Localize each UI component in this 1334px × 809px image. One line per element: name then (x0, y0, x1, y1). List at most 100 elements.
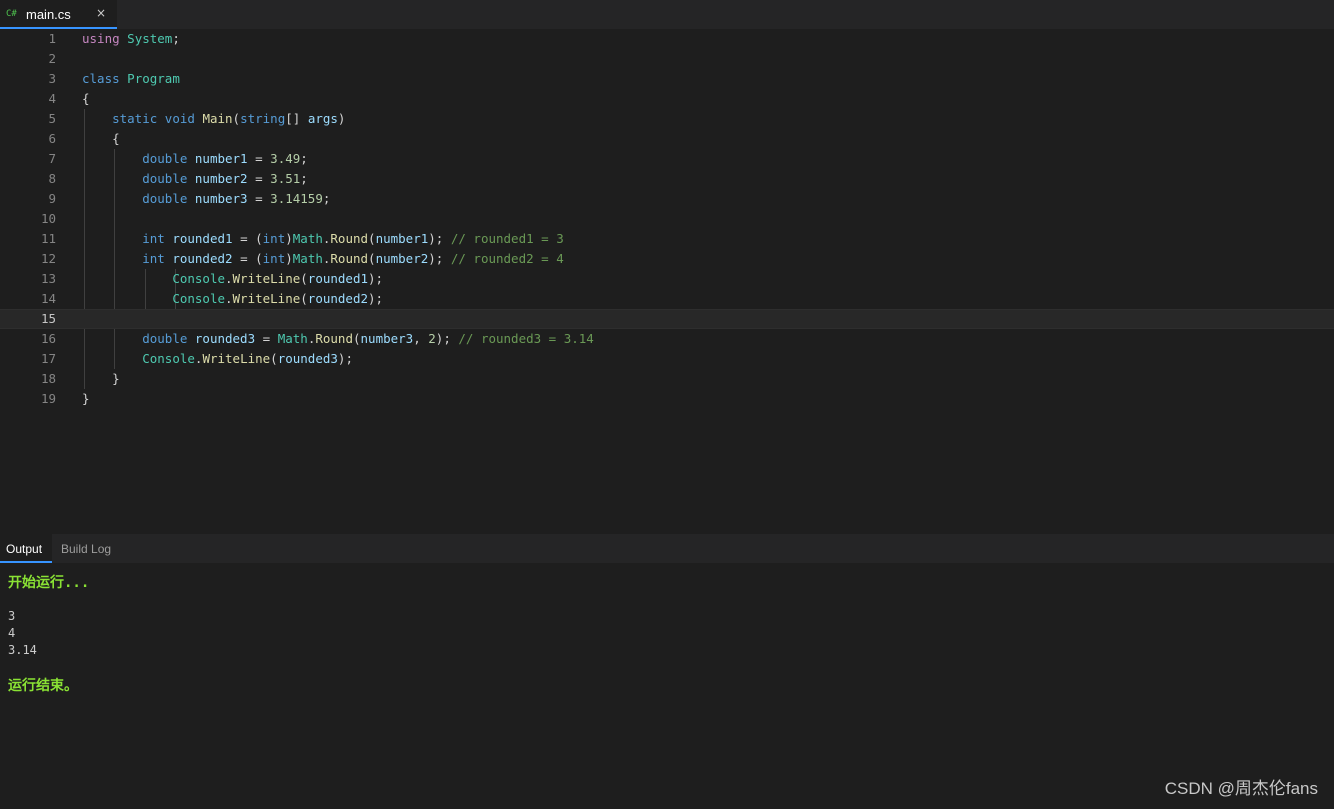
code-token: ( (232, 111, 241, 126)
code-line[interactable]: 6 { (0, 129, 1334, 149)
code-line[interactable]: 15 (0, 309, 1334, 329)
code-text: double number1 = 3.49; (82, 149, 308, 169)
code-line[interactable]: 1 using System; (0, 29, 1334, 49)
output-line: 4 (8, 626, 16, 640)
line-number: 16 (40, 331, 56, 346)
code-token: static (112, 111, 158, 126)
tab-main-cs[interactable]: C# main.cs × (0, 0, 117, 29)
code-line[interactable]: 18 } (0, 369, 1334, 389)
tab-label: main.cs (26, 7, 71, 22)
code-token: rounded1 (172, 231, 233, 246)
code-token: ); (428, 231, 451, 246)
line-number: 11 (40, 231, 56, 246)
code-token: , (413, 331, 429, 346)
code-token: string (240, 111, 286, 126)
csharp-file-icon: C# (6, 9, 17, 19)
line-number: 14 (40, 291, 56, 306)
code-text: Console.WriteLine(rounded1); (82, 269, 383, 289)
code-text: { (82, 89, 90, 109)
code-token: void (164, 111, 195, 126)
output-panel: Output Build Log 开始运行... 3 4 3.14 运行结束。 (0, 534, 1334, 809)
line-number: 7 (48, 151, 56, 166)
code-text: double rounded3 = Math.Round(number3, 2)… (82, 329, 594, 349)
close-icon[interactable]: × (96, 6, 106, 20)
code-token: = ( (232, 231, 263, 246)
code-line[interactable]: 19} (0, 389, 1334, 409)
code-token: 3.14159 (270, 191, 323, 206)
code-token: number1 (194, 151, 248, 166)
code-token: Round (315, 331, 353, 346)
line-number: 1 (48, 31, 56, 46)
code-line[interactable]: 17 Console.WriteLine(rounded3); (0, 349, 1334, 369)
code-token: ); (428, 251, 451, 266)
code-token: double (142, 171, 188, 186)
line-number: 4 (48, 91, 56, 106)
code-token: using (82, 31, 120, 46)
code-token: ( (300, 271, 308, 286)
code-text: Console.WriteLine(rounded2); (82, 289, 383, 309)
code-token: = (247, 151, 271, 166)
code-token: rounded1 (307, 271, 369, 286)
code-line[interactable]: 11 int rounded1 = (int)Math.Round(number… (0, 229, 1334, 249)
line-number: 17 (40, 351, 56, 366)
code-token: 2 (428, 331, 436, 346)
code-token: Round (330, 251, 369, 266)
code-line[interactable]: 13 Console.WriteLine(rounded1); (0, 269, 1334, 289)
line-number: 2 (48, 51, 56, 66)
code-token: double (142, 331, 188, 346)
code-token: 3.51 (270, 171, 301, 186)
editor-tab-bar: C# main.cs × (0, 0, 1334, 30)
code-line[interactable]: 4{ (0, 89, 1334, 109)
code-token: number2 (194, 171, 248, 186)
code-token: rounded2 (172, 251, 233, 266)
code-line[interactable]: 10 (0, 209, 1334, 229)
line-number: 12 (40, 251, 56, 266)
code-token: Math (292, 251, 323, 266)
code-token: Console (172, 291, 225, 306)
output-line: 3.14 (8, 643, 37, 657)
line-number: 5 (48, 111, 56, 126)
line-number: 10 (40, 211, 56, 226)
code-token: int (262, 251, 286, 266)
code-line[interactable]: 9 double number3 = 3.14159; (0, 189, 1334, 209)
code-text: double number2 = 3.51; (82, 169, 308, 189)
code-token: double (142, 191, 188, 206)
code-line[interactable]: 8 double number2 = 3.51; (0, 169, 1334, 189)
code-token: int (142, 251, 165, 266)
code-line[interactable]: 2 (0, 49, 1334, 69)
code-editor[interactable]: 1 using System; 2 3 class Program 4{5 static … (0, 29, 1334, 534)
output-start-message: 开始运行... (8, 575, 90, 591)
code-token: . (225, 271, 233, 286)
output-line: 3 (8, 609, 16, 623)
code-text: { (82, 129, 120, 149)
code-token: [] (285, 111, 308, 126)
code-line[interactable]: 3 class Program (0, 69, 1334, 89)
code-token: ) (285, 251, 293, 266)
code-token: Math (292, 231, 323, 246)
code-line[interactable]: 14 Console.WriteLine(rounded2); (0, 289, 1334, 309)
code-line[interactable]: 12 int rounded2 = (int)Math.Round(number… (0, 249, 1334, 269)
code-token: WriteLine (232, 271, 301, 286)
code-token: } (82, 391, 90, 406)
code-token: } (82, 371, 120, 386)
code-line[interactable]: 7 double number1 = 3.49; (0, 149, 1334, 169)
code-token: ( (300, 291, 308, 306)
code-text: class Program (82, 69, 180, 89)
tab-output[interactable]: Output (0, 534, 52, 563)
code-token: = ( (232, 251, 263, 266)
ide-window: C# main.cs × 1 using System; 2 3 class Progr… (0, 0, 1334, 809)
code-token: rounded3 (277, 351, 338, 366)
tab-build-log[interactable]: Build Log (61, 534, 121, 563)
code-token: number3 (360, 331, 414, 346)
code-line[interactable]: 5 static void Main(string[] args) (0, 109, 1334, 129)
code-token: Program (127, 71, 180, 86)
code-line[interactable]: 16 double rounded3 = Math.Round(number3,… (0, 329, 1334, 349)
line-number: 15 (40, 311, 56, 326)
code-token: ); (368, 271, 384, 286)
